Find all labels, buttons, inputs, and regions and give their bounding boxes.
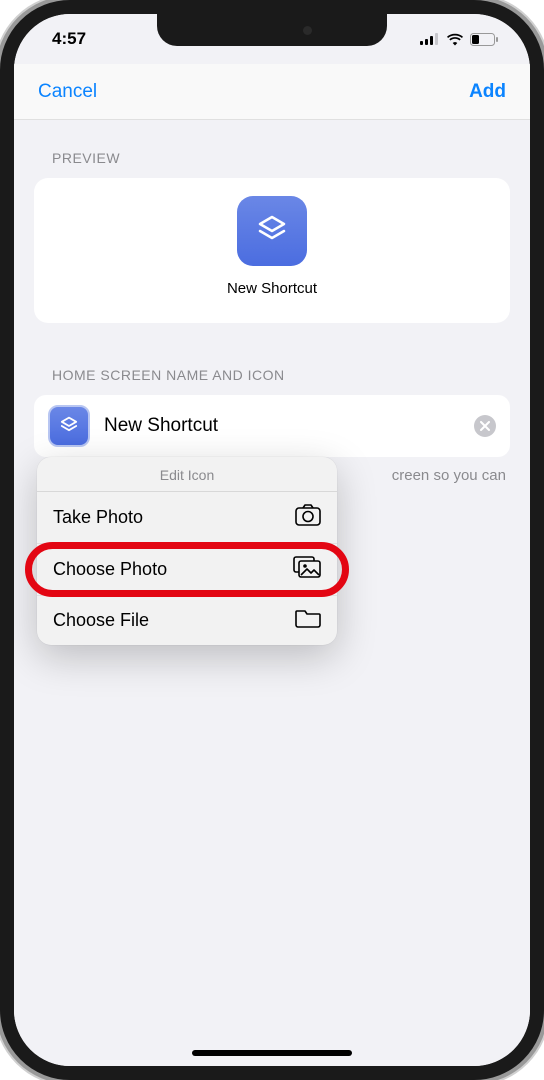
preview-card: New Shortcut (34, 178, 510, 323)
clear-input-button[interactable] (474, 415, 496, 437)
edit-icon-popover: Edit Icon Take Photo Choose Photo (37, 457, 337, 645)
take-photo-label: Take Photo (53, 507, 143, 528)
preview-label: New Shortcut (227, 280, 317, 297)
battery-icon (470, 33, 498, 46)
status-time: 4:57 (52, 29, 86, 49)
folder-icon (295, 608, 321, 633)
name-input-row: Edit Icon Take Photo Choose Photo (34, 395, 510, 457)
home-indicator[interactable] (192, 1050, 352, 1056)
preview-section-header: PREVIEW (34, 150, 510, 166)
camera-icon (295, 504, 321, 531)
take-photo-item[interactable]: Take Photo (37, 492, 337, 544)
shortcut-name-input[interactable] (104, 415, 460, 437)
popover-title: Edit Icon (37, 457, 337, 492)
icon-picker-button[interactable] (48, 405, 90, 447)
wifi-icon (446, 33, 464, 46)
choose-photo-label: Choose Photo (53, 559, 167, 580)
shortcut-app-icon (237, 196, 307, 266)
choose-file-label: Choose File (53, 610, 149, 631)
cancel-button[interactable]: Cancel (38, 81, 97, 103)
choose-photo-item[interactable]: Choose Photo (37, 544, 337, 596)
add-button[interactable]: Add (469, 81, 506, 103)
photo-library-icon (293, 556, 321, 583)
choose-file-item[interactable]: Choose File (37, 596, 337, 645)
nav-bar: Cancel Add (14, 64, 530, 120)
notch (157, 14, 387, 46)
close-icon (480, 421, 490, 431)
homescreen-section-header: HOME SCREEN NAME AND ICON (34, 367, 510, 383)
cellular-signal-icon (420, 33, 440, 45)
device-frame: 4:57 Cancel Add PREVIEW (0, 0, 544, 1080)
